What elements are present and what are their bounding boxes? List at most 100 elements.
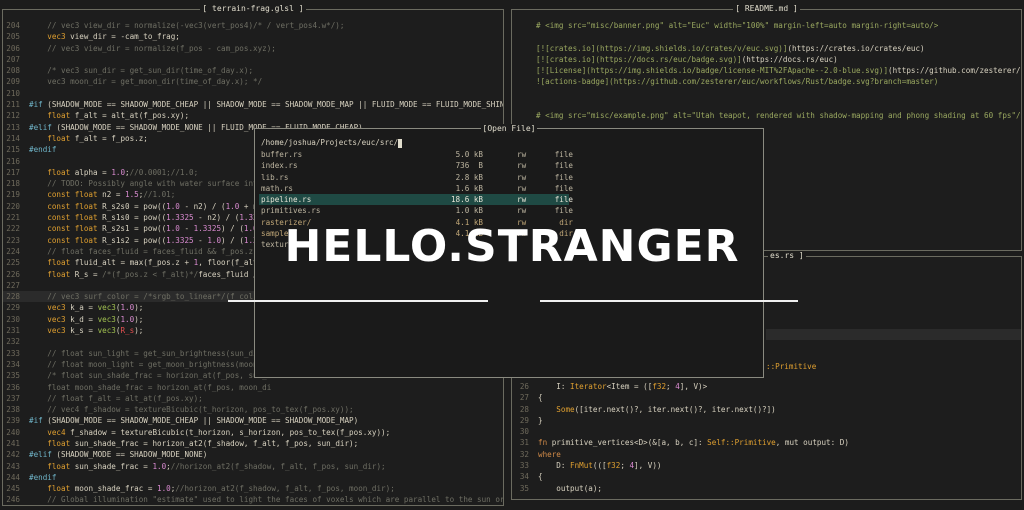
line-number: 220 <box>6 201 20 211</box>
code-token: 1.0 <box>111 167 126 177</box>
line-number: 231 <box>6 326 20 336</box>
file-permissions: rw <box>517 172 527 182</box>
line-number: 240 <box>6 427 20 437</box>
code-token: vec3 <box>97 314 116 324</box>
overlay-title: HELLO.STRANGER <box>284 221 740 272</box>
code-line: 35 output(a); <box>512 483 1021 494</box>
code-token: ![actions-badge](https://github.com/zest… <box>536 77 939 87</box>
code-token: 1.0 <box>166 201 180 211</box>
code-line: 26 I: Iterator<Item = ([f32; 4], V)> <box>512 381 1021 392</box>
line-number: 34 <box>519 472 529 482</box>
code-token: float moon_shade_frac = horizon_at(f_pos… <box>29 382 272 392</box>
line-number: 227 <box>6 280 20 290</box>
code-line: 212 float f_alt = alt_at(f_pos.xy); <box>3 110 503 121</box>
line-number: 29 <box>519 415 529 425</box>
file-type: file <box>554 206 573 216</box>
code-line: [![License](https://img.shields.io/badge… <box>536 65 1021 76</box>
code-token: ; <box>666 382 676 391</box>
file-list-item[interactable]: primitives.rs 1.0 kB rw file <box>259 205 573 216</box>
code-token: ); <box>134 326 144 336</box>
code-token: (SHADOW_MODE == SHADOW_MODE_NONE) <box>51 450 208 460</box>
line-number: 211 <box>6 100 20 110</box>
code-line: [![crates.io](https://docs.rs/euc/badge.… <box>536 54 1021 65</box>
code-token: 1.0 <box>157 484 171 494</box>
code-token: FnMut <box>570 461 593 471</box>
code-token: float <box>29 111 71 121</box>
file-size: 5.0 kB <box>455 150 483 159</box>
cursor-line <box>766 329 1021 340</box>
code-token: vec3 moon_dir = get_moon_dir(time_of_day… <box>29 77 263 87</box>
code-token: primitive_vertices<D>(&[a, b, c]: <box>547 438 708 448</box>
line-number: 33 <box>519 461 529 471</box>
code-token: // vec4 f_shadow = textureBicubic(t_hori… <box>29 405 354 415</box>
line-number: 235 <box>6 371 20 381</box>
code-token: float <box>29 461 71 471</box>
code-token: f_shadow = textureBicubic(t_horizon, s_h… <box>65 427 391 437</box>
file-size: 18.6 kB <box>450 195 483 205</box>
code-line: 204 // vec3 view_dir = normalize(-vec3(v… <box>3 20 503 31</box>
code-token: R_s <box>120 326 135 336</box>
code-token: [![License](https://img.shields.io/badge… <box>536 66 889 76</box>
code-line: 29} <box>512 415 1021 426</box>
code-token: #elif <box>29 450 52 460</box>
line-number: 238 <box>6 405 20 415</box>
code-token: [![crates.io](https://docs.rs/euc/badge.… <box>536 54 742 64</box>
code-token: n2 = <box>97 190 126 200</box>
code-token: // vec3 view_dir = normalize(-vec3(vert_… <box>29 21 345 30</box>
code-line: 236 float moon_shade_frac = horizon_at(f… <box>3 382 503 393</box>
code-token: output(a); <box>538 483 603 493</box>
line-number: 232 <box>6 337 20 347</box>
code-token: f_alt = alt_at(f_pos.xy); <box>70 111 190 121</box>
file-permissions: rw <box>517 183 527 193</box>
line-number: 27 <box>519 393 529 403</box>
code-token: (https://crates.io/crates/euc) <box>787 43 925 53</box>
file-list-item[interactable]: lib.rs 2.8 kB rw file <box>259 172 573 183</box>
code-token: //horizon_at2(f_shadow, f_alt, f_pos, mo… <box>175 484 395 494</box>
code-token: vec3 <box>29 314 66 324</box>
line-number: 230 <box>6 314 20 324</box>
code-line: 31 fn primitive_vertices<D>(&[a, b, c]: S… <box>512 437 1021 448</box>
code-token: vec3 <box>97 303 116 313</box>
code-line: [![crates.io](https://img.shields.io/cra… <box>536 43 1021 54</box>
code-token: # <img src="misc/example.png" alt="Utah … <box>536 111 1022 121</box>
file-name: primitives.rs <box>261 206 321 216</box>
code-line: 211 #if (SHADOW_MODE == SHADOW_MODE_CHEAP… <box>3 99 503 110</box>
line-number: 242 <box>6 450 20 460</box>
file-list-item[interactable]: index.rs 736 B rw file <box>259 160 573 171</box>
code-line: 237 // float f_alt = alt_at(f_pos.xy); <box>3 393 503 404</box>
line-number: 243 <box>6 461 20 471</box>
file-size: 1.6 kB <box>455 183 483 193</box>
code-token: 1.0 <box>120 303 135 313</box>
line-number: 215 <box>6 145 20 155</box>
code-line: 246 // Global illumination "estimate" us… <box>3 494 503 505</box>
code-token: ([iter.next()?, iter.next()?, iter.next(… <box>574 404 776 414</box>
code-line: 209 vec3 moon_dir = get_moon_dir(time_of… <box>3 76 503 87</box>
code-line: 205 vec3 view_dir = -cam_to_frag; <box>3 31 503 42</box>
line-number: 26 <box>519 382 529 391</box>
code-line: 240 vec4 f_shadow = textureBicubic(t_hor… <box>3 427 503 438</box>
file-type: file <box>554 150 573 159</box>
line-number: 208 <box>6 66 20 76</box>
code-token: // float f_alt = alt_at(f_pos.xy); <box>29 393 203 403</box>
code-token: /* vec3 sun_dir = get_sun_dir(time_of_da… <box>29 66 254 76</box>
file-list-item[interactable]: buffer.rs 5.0 kB rw file <box>259 149 573 160</box>
line-number: 210 <box>6 88 20 98</box>
file-name: lib.rs <box>261 172 289 182</box>
code-token: //horizon_at2(f_shadow, f_alt, f_pos, su… <box>170 461 386 471</box>
line-number: 217 <box>6 167 20 177</box>
file-list-item[interactable]: pipeline.rs 18.6 kB rw file <box>259 194 573 206</box>
file-list-item[interactable]: math.rs 1.6 kB rw file <box>259 183 573 194</box>
line-number: 233 <box>6 348 20 358</box>
line-number: 32 <box>519 449 529 459</box>
code-token: f32 <box>652 382 667 391</box>
code-token: const float <box>29 201 98 211</box>
code-line: 210 <box>3 88 503 99</box>
path-input[interactable]: /home/joshua/Projects/euc/src/ <box>261 137 403 148</box>
code-token: // float moon_light = get_moon_brightnes… <box>29 359 272 369</box>
file-type: file <box>554 183 573 193</box>
code-token: //1.01; <box>143 190 176 200</box>
line-number: 213 <box>6 122 20 132</box>
code-token: sun_shade_frac = <box>70 461 153 471</box>
code-token: sun_shade_frac = horizon_at2(f_shadow, f… <box>70 438 359 448</box>
code-token: Some <box>556 404 575 414</box>
